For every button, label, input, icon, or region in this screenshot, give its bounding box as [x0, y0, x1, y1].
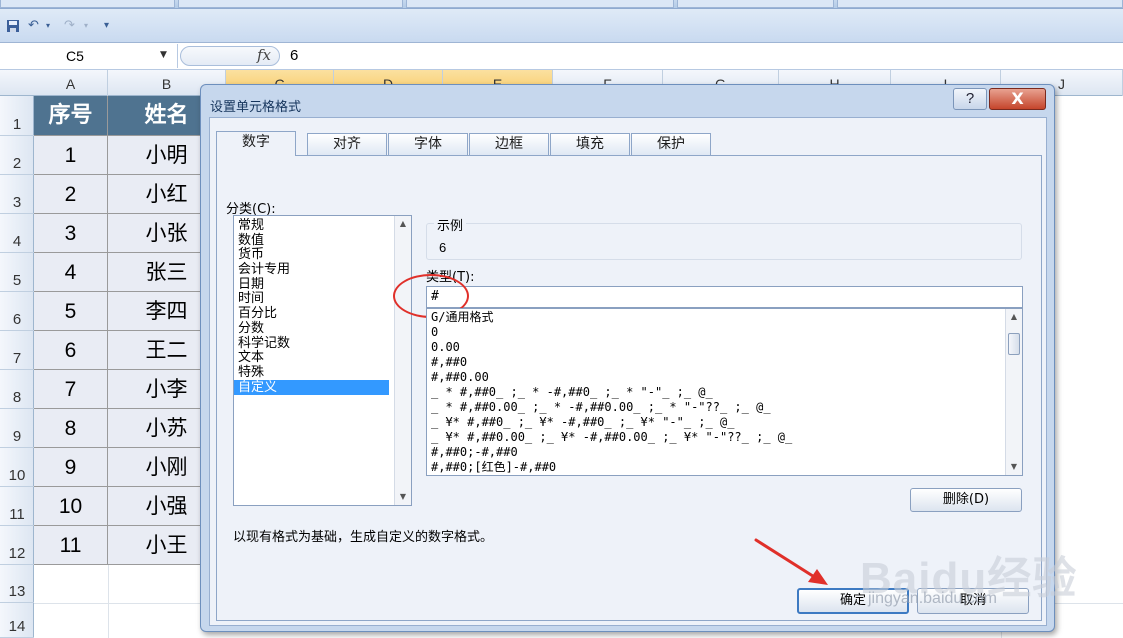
sample-group [426, 223, 1022, 260]
format-item[interactable]: 0 [427, 325, 438, 340]
scroll-down-icon[interactable]: ▼ [1006, 459, 1022, 475]
fx-icon[interactable]: fx [257, 46, 271, 64]
format-item[interactable]: #,##0 [427, 355, 467, 370]
close-button[interactable]: X [989, 88, 1046, 110]
cell-seq[interactable]: 3 [34, 214, 108, 253]
category-item[interactable]: 常规 [234, 218, 389, 233]
tab-alignment[interactable]: 对齐 [307, 133, 387, 155]
type-input[interactable]: # [426, 286, 1023, 308]
row-header[interactable]: 2 [0, 136, 34, 175]
format-item[interactable]: #,##0;[红色]-#,##0 [427, 460, 556, 475]
name-box-dropdown-icon[interactable]: ▼ [160, 50, 167, 60]
customize-toolbar-icon[interactable]: ▾ [104, 19, 109, 33]
help-button[interactable]: ? [953, 88, 987, 110]
cell-seq[interactable]: 8 [34, 409, 108, 448]
row-header[interactable]: 3 [0, 175, 34, 214]
category-item[interactable]: 货币 [234, 247, 389, 262]
row-header[interactable]: 5 [0, 253, 34, 292]
category-scrollbar[interactable]: ▲ ▼ [394, 216, 411, 505]
ribbon-tab[interactable] [677, 0, 834, 8]
category-item[interactable]: 会计专用 [234, 262, 389, 277]
cell-seq[interactable]: 1 [34, 136, 108, 175]
ribbon-tab[interactable] [178, 0, 403, 8]
tab-bar: 数字 对齐 字体 边框 填充 保护 [216, 131, 1042, 156]
format-item[interactable]: _ * #,##0.00_ ;_ * -#,##0.00_ ;_ * "-"??… [427, 400, 771, 415]
category-item[interactable]: 日期 [234, 277, 389, 292]
format-item[interactable]: G/通用格式 [427, 310, 493, 325]
category-item[interactable]: 文本 [234, 350, 389, 365]
scroll-up-icon[interactable]: ▲ [1006, 309, 1022, 325]
row-header[interactable]: 13 [0, 565, 34, 603]
cell-seq[interactable]: 4 [34, 253, 108, 292]
redo-dropdown-icon[interactable]: ▾ [84, 19, 88, 33]
cancel-button[interactable]: 取消 [917, 588, 1029, 614]
category-item[interactable]: 分数 [234, 321, 389, 336]
dialog-title: 设置单元格格式 [210, 100, 302, 115]
format-item[interactable]: _ ¥* #,##0.00_ ;_ ¥* -#,##0.00_ ;_ ¥* "-… [427, 430, 792, 445]
format-code-list[interactable]: G/通用格式 0 0.00 #,##0 #,##0.00 _ * #,##0_ … [426, 308, 1023, 476]
scroll-up-icon[interactable]: ▲ [395, 216, 411, 232]
row-header[interactable]: 10 [0, 448, 34, 487]
dialog-body: 数字 对齐 字体 边框 填充 保护 分类(C): 常规 数值 货币 会计专用 日… [209, 117, 1047, 626]
category-item[interactable]: 科学记数 [234, 336, 389, 351]
column-header[interactable]: A [34, 70, 108, 96]
tab-font[interactable]: 字体 [388, 133, 468, 155]
ribbon-tab[interactable] [406, 0, 674, 8]
category-item[interactable]: 特殊 [234, 365, 389, 380]
ribbon-tab[interactable] [0, 0, 175, 8]
row-header[interactable]: 12 [0, 526, 34, 565]
row-headers: 1 2 3 4 5 6 7 8 9 10 11 12 13 14 [0, 96, 34, 638]
ribbon-tab[interactable] [837, 0, 1123, 8]
row-header[interactable]: 11 [0, 487, 34, 526]
cell-seq[interactable]: 9 [34, 448, 108, 487]
quick-access-toolbar: ↶ ▾ ↷ ▾ ▾ [0, 9, 1123, 43]
category-item[interactable]: 时间 [234, 291, 389, 306]
format-cells-dialog: 设置单元格格式 ? X 数字 对齐 字体 边框 填充 保护 分类(C): 常规 … [200, 84, 1055, 632]
ribbon-tabs-strip [0, 0, 1123, 9]
cell-header-seq[interactable]: 序号 [34, 96, 108, 136]
tab-border[interactable]: 边框 [469, 133, 549, 155]
row-header[interactable]: 1 [0, 96, 34, 136]
cell-seq[interactable]: 11 [34, 526, 108, 565]
cell-seq[interactable]: 2 [34, 175, 108, 214]
row-header[interactable]: 7 [0, 331, 34, 370]
category-list[interactable]: 常规 数值 货币 会计专用 日期 时间 百分比 分数 科学记数 文本 特殊 自定… [233, 215, 412, 506]
cell-seq[interactable]: 5 [34, 292, 108, 331]
category-item[interactable]: 百分比 [234, 306, 389, 321]
cell-seq[interactable]: 6 [34, 331, 108, 370]
row-header[interactable]: 8 [0, 370, 34, 409]
scroll-thumb[interactable] [1008, 333, 1020, 355]
tab-protection[interactable]: 保护 [631, 133, 711, 155]
row-header[interactable]: 9 [0, 409, 34, 448]
category-item-selected[interactable]: 自定义 [234, 380, 389, 395]
sample-label: 示例 [434, 215, 467, 234]
row-header[interactable]: 14 [0, 603, 34, 638]
undo-dropdown-icon[interactable]: ▾ [46, 19, 50, 33]
scroll-down-icon[interactable]: ▼ [395, 489, 411, 505]
format-item[interactable]: 0.00 [427, 340, 460, 355]
formula-input[interactable]: 6 [290, 47, 298, 64]
category-item[interactable]: 数值 [234, 233, 389, 248]
redo-icon[interactable]: ↷ [64, 19, 75, 33]
format-item[interactable]: _ * #,##0_ ;_ * -#,##0_ ;_ * "-"_ ;_ @_ [427, 385, 713, 400]
format-scrollbar[interactable]: ▲ ▼ [1005, 309, 1022, 475]
cell-seq[interactable]: 10 [34, 487, 108, 526]
name-box[interactable]: C5 [0, 44, 178, 68]
save-icon[interactable] [6, 19, 20, 37]
undo-icon[interactable]: ↶ [28, 19, 39, 33]
row-header[interactable]: 4 [0, 214, 34, 253]
format-item[interactable]: #,##0;-#,##0 [427, 445, 518, 460]
tab-number[interactable]: 数字 [216, 131, 296, 156]
formula-bar: C5 ▼ fx 6 [0, 43, 1123, 70]
format-item[interactable]: _ ¥* #,##0_ ;_ ¥* -#,##0_ ;_ ¥* "-"_ ;_ … [427, 415, 734, 430]
delete-button[interactable]: 删除(D) [910, 488, 1022, 512]
cell-seq[interactable]: 7 [34, 370, 108, 409]
description-text: 以现有格式为基础，生成自定义的数字格式。 [233, 530, 494, 545]
row-header[interactable]: 6 [0, 292, 34, 331]
tab-fill[interactable]: 填充 [550, 133, 630, 155]
ok-button[interactable]: 确定 [797, 588, 909, 614]
sample-value: 6 [439, 240, 447, 255]
format-item[interactable]: #,##0.00 [427, 370, 489, 385]
